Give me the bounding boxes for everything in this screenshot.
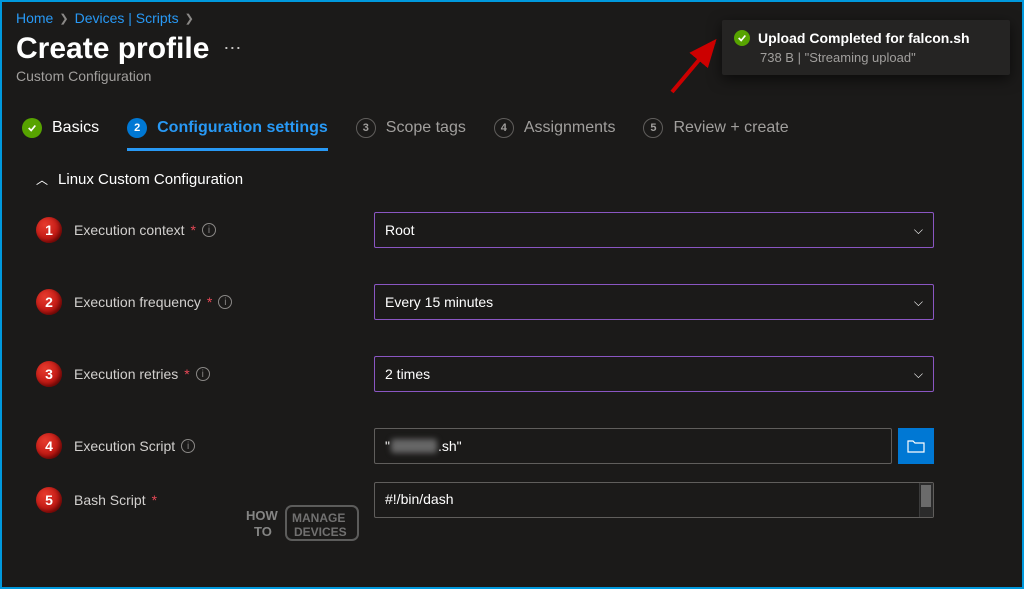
- info-icon[interactable]: i: [196, 367, 210, 381]
- chevron-down-icon: ⌵: [914, 367, 923, 382]
- success-check-icon: [734, 30, 750, 46]
- section-toggle[interactable]: ︿ Linux Custom Configuration: [36, 171, 1008, 188]
- form-content: ︿ Linux Custom Configuration 1 Execution…: [2, 151, 1022, 518]
- scrollbar[interactable]: [919, 483, 933, 517]
- textarea-bash-script[interactable]: #!/bin/dash: [374, 482, 934, 518]
- select-value: 2 times: [385, 366, 430, 382]
- step-number: 4: [494, 118, 514, 138]
- select-execution-retries[interactable]: 2 times ⌵: [374, 356, 934, 392]
- breadcrumb-devices-scripts[interactable]: Devices | Scripts: [75, 10, 179, 26]
- label-bash-script: Bash Script*: [74, 492, 374, 508]
- step-basics[interactable]: Basics: [22, 118, 99, 151]
- step-number: 3: [356, 118, 376, 138]
- annotation-marker-1: 1: [36, 217, 62, 243]
- textarea-value: #!/bin/dash: [385, 491, 454, 507]
- label-execution-retries: Execution retries* i: [74, 366, 374, 382]
- step-assignments[interactable]: 4 Assignments: [494, 118, 616, 151]
- annotation-marker-5: 5: [36, 487, 62, 513]
- chevron-right-icon: ❯: [59, 12, 68, 25]
- annotation-marker-2: 2: [36, 289, 62, 315]
- row-execution-script: 4 Execution Script i ".sh": [36, 428, 1008, 464]
- step-review-create[interactable]: 5 Review + create: [643, 118, 788, 151]
- select-execution-context[interactable]: Root ⌵: [374, 212, 934, 248]
- chevron-up-icon: ︿: [36, 171, 48, 188]
- info-icon[interactable]: i: [218, 295, 232, 309]
- step-configuration-settings[interactable]: 2 Configuration settings: [127, 118, 328, 151]
- select-value: Root: [385, 222, 415, 238]
- row-execution-context: 1 Execution context* i Root ⌵: [36, 212, 1008, 248]
- scrollbar-thumb[interactable]: [921, 485, 931, 507]
- page-title: Create profile: [16, 32, 209, 66]
- info-icon[interactable]: i: [202, 223, 216, 237]
- annotation-marker-3: 3: [36, 361, 62, 387]
- toast-title: Upload Completed for falcon.sh: [758, 30, 970, 46]
- wizard-steps: Basics 2 Configuration settings 3 Scope …: [2, 84, 1022, 151]
- redacted-text: [391, 439, 437, 453]
- label-execution-frequency: Execution frequency* i: [74, 294, 374, 310]
- step-number: 5: [643, 118, 663, 138]
- svg-text:TO: TO: [254, 524, 272, 539]
- step-label: Configuration settings: [157, 119, 328, 137]
- section-title: Linux Custom Configuration: [58, 171, 243, 188]
- info-icon[interactable]: i: [181, 439, 195, 453]
- folder-icon: [907, 439, 925, 453]
- row-bash-script: 5 Bash Script* #!/bin/dash: [36, 482, 1008, 518]
- annotation-marker-4: 4: [36, 433, 62, 459]
- row-execution-frequency: 2 Execution frequency* i Every 15 minute…: [36, 284, 1008, 320]
- label-execution-context: Execution context* i: [74, 222, 374, 238]
- step-label: Basics: [52, 119, 99, 137]
- step-label: Scope tags: [386, 119, 466, 137]
- breadcrumb-home[interactable]: Home: [16, 10, 53, 26]
- select-execution-frequency[interactable]: Every 15 minutes ⌵: [374, 284, 934, 320]
- chevron-right-icon: ❯: [185, 12, 194, 25]
- label-execution-script: Execution Script i: [74, 438, 374, 454]
- toast-subtitle: 738 B | "Streaming upload": [760, 50, 998, 65]
- step-label: Assignments: [524, 119, 616, 137]
- select-value: Every 15 minutes: [385, 294, 493, 310]
- browse-file-button[interactable]: [898, 428, 934, 464]
- check-icon: [22, 118, 42, 138]
- chevron-down-icon: ⌵: [914, 295, 923, 310]
- chevron-down-icon: ⌵: [914, 223, 923, 238]
- input-execution-script[interactable]: ".sh": [374, 428, 892, 464]
- step-number: 2: [127, 118, 147, 138]
- row-execution-retries: 3 Execution retries* i 2 times ⌵: [36, 356, 1008, 392]
- step-scope-tags[interactable]: 3 Scope tags: [356, 118, 466, 151]
- upload-toast: Upload Completed for falcon.sh 738 B | "…: [722, 20, 1010, 75]
- svg-text:DEVICES: DEVICES: [294, 525, 347, 539]
- step-label: Review + create: [673, 119, 788, 137]
- more-actions-button[interactable]: ⋯: [223, 38, 241, 59]
